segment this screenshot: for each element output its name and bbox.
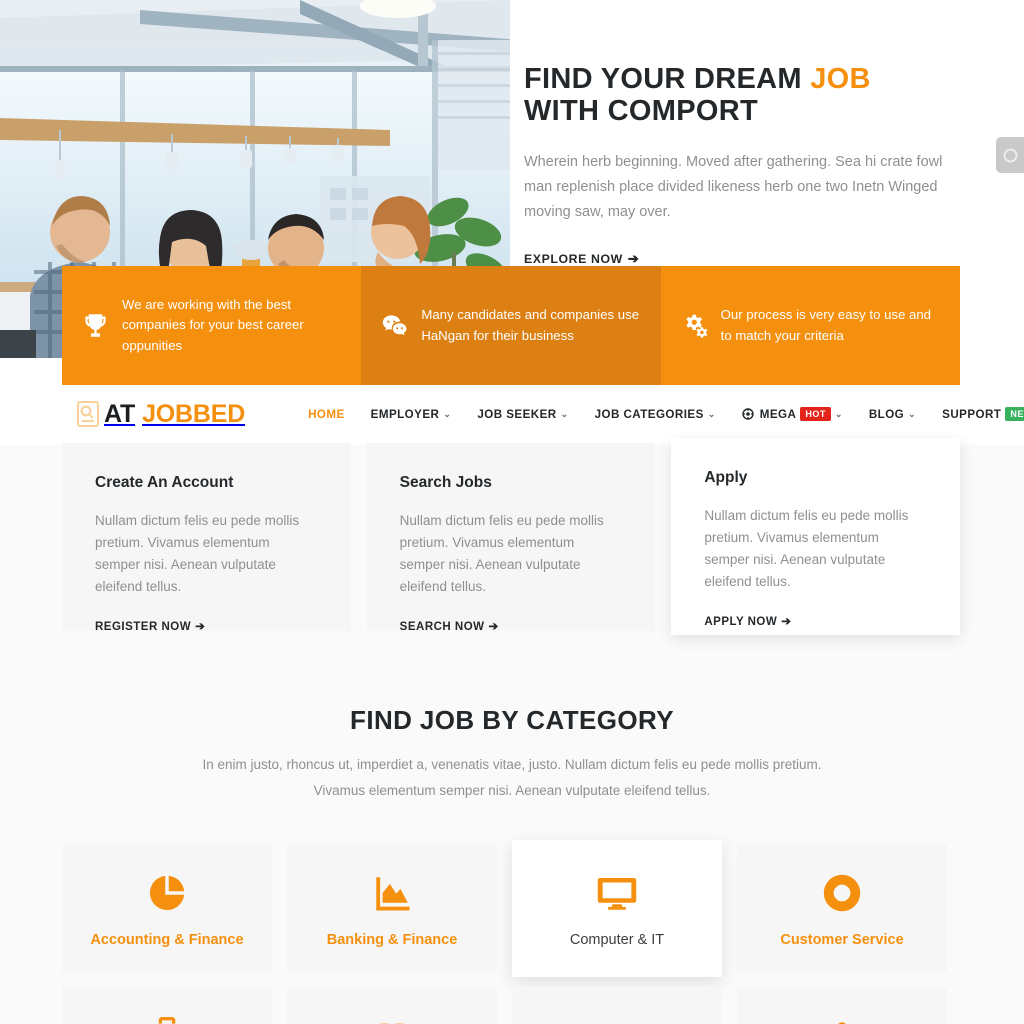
feature-item-process[interactable]: Our process is very easy to use and to m… [660,266,960,385]
feature-item-companies[interactable]: We are working with the best companies f… [62,266,362,385]
category-tile-customer-service[interactable]: Customer Service [737,845,947,972]
nav-label: HOME [308,407,345,421]
category-tile-label: Customer Service [780,931,904,948]
arrow-right-icon: ➔ [627,251,640,267]
gears-icon [681,312,708,339]
nav-label: SUPPORT [942,407,1002,421]
hero-title-accent: JOB [810,63,871,95]
side-widget-tab[interactable] [996,137,1024,173]
area-chart-icon [371,870,413,916]
globe-icon [742,408,754,420]
category-tile-row2-1[interactable] [62,987,272,1024]
step-card-apply[interactable]: Apply Nullam dictum felis eu pede mollis… [671,438,961,635]
step-card-create-account[interactable]: Create An Account Nullam dictum felis eu… [62,443,351,633]
category-subtitle-line2: Vivamus elementum semper nisi. Aenean vu… [313,783,711,799]
brand-name-at: AT [104,399,136,428]
chevron-down-icon: ⌄ [707,408,716,419]
search-now-label: SEARCH NOW [399,621,485,634]
feature-item-text: We are working with the best companies f… [122,297,304,353]
hero-title-pre: FIND YOUR DREAM [524,63,811,95]
chevron-down-icon: ⌄ [560,408,569,419]
category-tile-label: Banking & Finance [326,931,458,948]
step-title: Create An Account [95,474,234,491]
document-search-logo-icon [76,401,100,427]
chat-bubbles-icon [381,312,408,339]
feature-bar: We are working with the best companies f… [62,266,960,385]
register-now-button[interactable]: REGISTER NOW ➔ [95,619,205,633]
category-tile-banking-finance[interactable]: Banking & Finance [287,845,497,972]
category-tile-row2-2[interactable] [287,987,497,1024]
nav-item-job-seeker[interactable]: JOB SEEKER ⌄ [464,408,581,421]
nav-label: MEGA [759,407,797,421]
arrow-right-icon: ➔ [488,621,499,634]
register-now-label: REGISTER NOW [95,621,192,634]
nav-item-employer[interactable]: EMPLOYER ⌄ [358,408,465,421]
main-navigation-bar: AT JOBBED HOME EMPLOYER ⌄ JOB SEEKER ⌄ JO… [62,385,1024,443]
chevron-down-icon: ⌄ [834,408,843,419]
hero-title-post: WITH COMPORT [524,94,758,127]
category-tile-label: Accounting & Finance [90,931,244,948]
bar-chart-icon [372,1012,412,1024]
step-title: Search Jobs [399,474,492,491]
chevron-down-icon: ⌄ [908,408,917,419]
category-tile-label: Computer & IT [569,931,665,948]
feature-item-text: Many candidates and companies use HaNgan… [421,307,640,343]
page-root: FIND YOUR DREAM JOB WITH COMPORT Wherein… [0,0,1024,1024]
nav-label: BLOG [868,407,905,421]
category-tile-computer-it[interactable]: Computer & IT [512,840,722,977]
category-tile-accounting-finance[interactable]: Accounting & Finance [62,845,272,972]
category-section-subtitle: In enim justo, rhoncus ut, imperdiet a, … [0,752,1024,805]
graduation-cap-icon [822,1012,862,1024]
search-now-button[interactable]: SEARCH NOW ➔ [400,619,499,633]
nav-item-home[interactable]: HOME [295,408,358,421]
chevron-down-icon: ⌄ [443,408,452,419]
brand-logo[interactable]: AT JOBBED [76,400,245,429]
briefcase-icon [147,1012,187,1024]
step-description: Nullam dictum felis eu pede mollis preti… [95,513,300,594]
category-tile-row2-3[interactable] [512,987,722,1024]
circle-widget-icon [1003,148,1018,163]
category-grid: Accounting & Finance Banking & Finance C… [62,840,960,977]
pie-chart-icon [146,870,188,916]
nav-item-blog[interactable]: BLOG ⌄ [856,408,929,421]
category-subtitle-line1: In enim justo, rhoncus ut, imperdiet a, … [202,757,822,772]
nav-menu: HOME EMPLOYER ⌄ JOB SEEKER ⌄ JOB CATEGOR… [295,407,1024,422]
nav-label: JOB CATEGORIES [594,407,704,421]
lifebuoy-icon [821,870,863,916]
nav-label: EMPLOYER [370,407,440,421]
feature-item-candidates[interactable]: Many candidates and companies use HaNgan… [361,266,661,385]
desktop-monitor-icon [596,870,638,916]
nav-item-mega[interactable]: MEGA HOT ⌄ [729,407,856,421]
nav-item-job-categories[interactable]: JOB CATEGORIES ⌄ [582,408,729,421]
status-badge-hot: HOT [800,407,831,421]
steps-section: Create An Account Nullam dictum felis eu… [62,438,961,635]
category-section-title: FIND JOB BY CATEGORY [350,705,674,735]
trophy-icon [82,312,109,339]
feature-item-text: Our process is very easy to use and to m… [720,307,932,343]
nav-item-support[interactable]: SUPPORT NEW ⌄ [929,407,1024,421]
explore-now-label: EXPLORE NOW [524,252,623,267]
apply-now-label: APPLY NOW [704,616,778,629]
step-description: Nullam dictum felis eu pede mollis preti… [704,508,909,589]
page-title: FIND YOUR DREAM JOB WITH COMPORT [524,63,954,127]
category-tile-row2-4[interactable] [737,987,947,1024]
apply-now-button[interactable]: APPLY NOW ➔ [704,614,791,628]
step-title: Apply [704,469,748,486]
brand-name-jobbed: JOBBED [142,399,246,428]
hero-text-block: FIND YOUR DREAM JOB WITH COMPORT Wherein… [524,63,954,268]
step-card-search-jobs[interactable]: Search Jobs Nullam dictum felis eu pede … [366,443,656,633]
nav-label: JOB SEEKER [477,407,557,421]
card-icon [597,1012,637,1024]
hero-description: Wherein herb beginning. Moved after gath… [524,154,943,221]
status-badge-new: NEW [1005,407,1024,421]
step-description: Nullam dictum felis eu pede mollis preti… [399,513,604,594]
explore-now-button[interactable]: EXPLORE NOW ➔ [524,251,639,267]
category-grid-row2 [62,987,960,1024]
category-section-header: FIND JOB BY CATEGORY In enim justo, rhon… [0,705,1024,805]
arrow-right-icon: ➔ [195,621,206,634]
arrow-right-icon: ➔ [781,616,792,629]
